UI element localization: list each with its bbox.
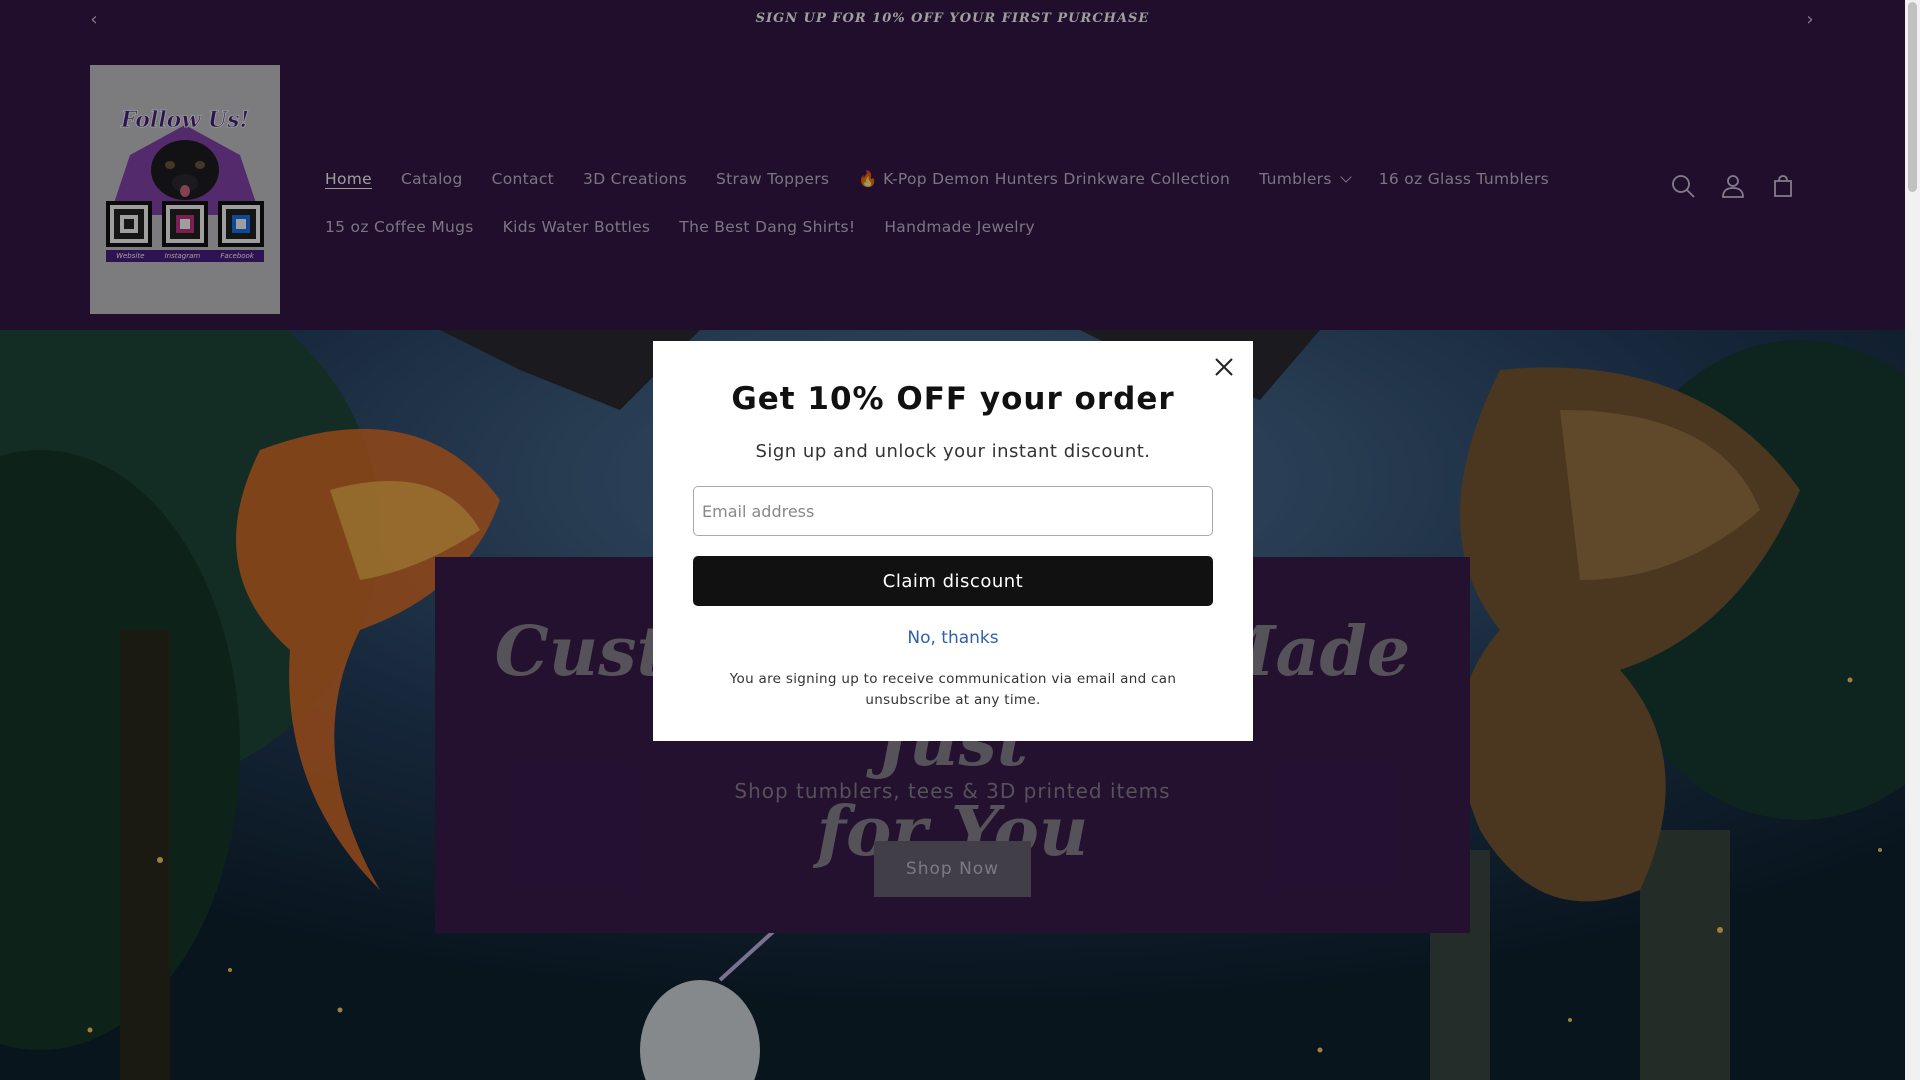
- claim-discount-button[interactable]: Claim discount: [693, 556, 1213, 606]
- page-scrollbar[interactable]: [1905, 0, 1920, 1080]
- scrollbar-thumb[interactable]: [1908, 2, 1917, 192]
- email-field[interactable]: [693, 486, 1213, 536]
- discount-modal: Get 10% OFF your order Sign up and unloc…: [653, 341, 1253, 741]
- modal-legal-text: You are signing up to receive communicat…: [729, 671, 1177, 708]
- close-icon[interactable]: [1211, 354, 1237, 380]
- modal-subtitle: Sign up and unlock your instant discount…: [755, 441, 1151, 462]
- modal-title: Get 10% OFF your order: [731, 381, 1175, 417]
- no-thanks-link[interactable]: No, thanks: [653, 628, 1253, 648]
